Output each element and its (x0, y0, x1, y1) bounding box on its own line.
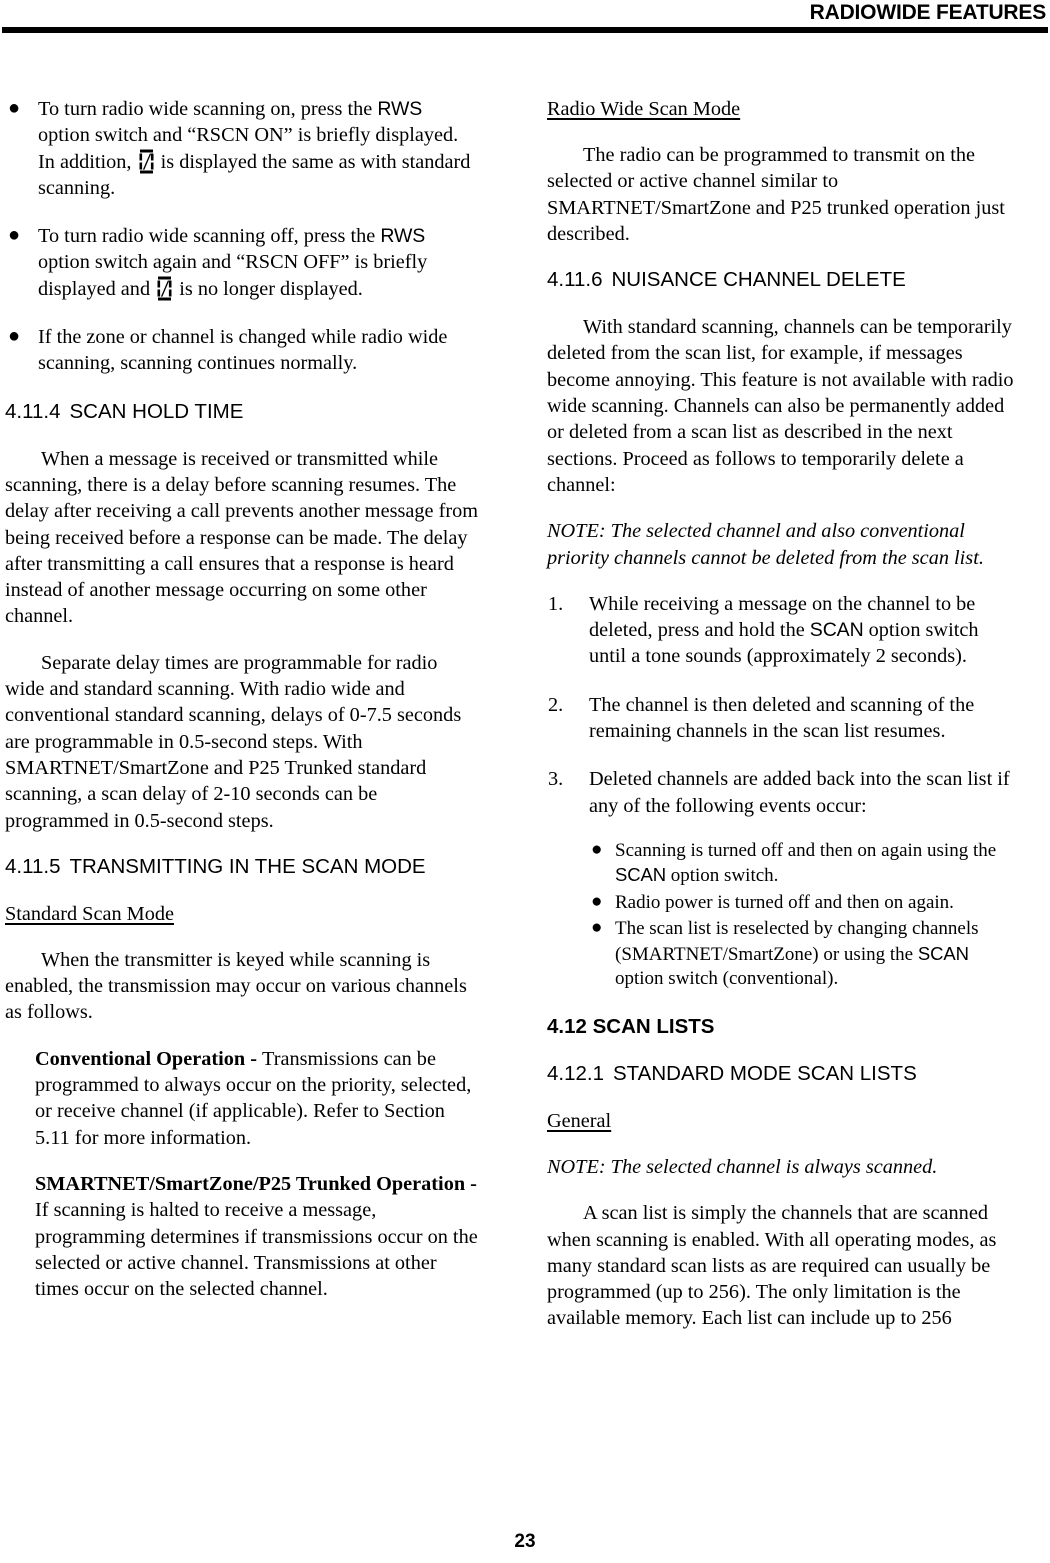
bullet-text-part1: To turn radio wide scanning on, press th… (38, 98, 378, 120)
section-heading-4-12: 4.12 SCAN LISTS (547, 1014, 715, 1038)
rws-switch-label: RWS (377, 98, 423, 120)
section-heading-4-11-4: 4.11.4 SCAN HOLD TIME (5, 399, 478, 425)
note-delete-restriction: NOTE: The selected channel and also conv… (547, 520, 984, 569)
rws-switch-label: RWS (380, 225, 426, 248)
definition-conventional-operation: Conventional Operation - Transmissions c… (35, 1046, 478, 1151)
step-text-part1: Deleted channels are added back into the… (589, 768, 1010, 817)
scan-switch-label: SCAN (615, 864, 666, 886)
paragraph-scan-hold-1: When a message is received or transmitte… (5, 447, 479, 628)
bullet-text-part1: If the zone or channel is changed while … (38, 326, 448, 375)
section-number: 4.11.5 (5, 854, 61, 878)
section-title: SCAN HOLD TIME (69, 399, 244, 423)
section-number: 4.11.6 (547, 268, 603, 292)
step-number: 2. (548, 693, 564, 716)
section-heading-4-11-5: 4.11.5 TRANSMITTING IN THE SCAN MODE (5, 854, 478, 880)
step-number: 3. (548, 768, 564, 791)
paragraph-radio-wide-scan: The radio can be programmed to transmit … (547, 144, 1005, 245)
radiowide-bullet-list: ● To turn radio wide scanning on, press t… (5, 96, 478, 377)
bullet-text-part3: is no longer displayed. (174, 277, 363, 300)
scan-indicator-icon (157, 276, 172, 301)
definition-lead: Conventional Operation - (35, 1047, 263, 1070)
section-heading-4-12-1: 4.12.1 STANDARD MODE SCAN LISTS (547, 1061, 1020, 1087)
list-item: 2. The channel is then deleted and scanni… (547, 692, 1020, 745)
paragraph-scan-hold-2: Separate delay times are programmable fo… (5, 651, 462, 832)
note-selected-channel: NOTE: The selected channel is always sca… (547, 1155, 938, 1178)
list-item: ● Radio power is turned off and then on a… (589, 891, 1020, 916)
step-text-part1: The channel is then deleted and scanning… (589, 693, 975, 743)
bullet-dot-icon: ● (591, 917, 603, 939)
bullet-dot-icon: ● (591, 838, 603, 860)
section-number: 4.11.4 (5, 399, 61, 423)
list-item: ● If the zone or channel is changed while… (5, 324, 478, 377)
paragraph-scan-list-definition: A scan list is simply the channels that … (547, 1202, 997, 1330)
bullet-dot-icon: ● (8, 97, 21, 119)
bullet-text-part1: To turn radio wide scanning off, press t… (38, 225, 381, 248)
paragraph-transmitter-keyed: When the transmitter is keyed while scan… (5, 948, 467, 1024)
subheading-standard-scan-mode: Standard Scan Mode (5, 902, 174, 925)
bullet-dot-icon: ● (8, 224, 21, 247)
bullet-text-part1: Scanning is turned off and then on again… (615, 839, 997, 861)
page-number: 23 (514, 1531, 536, 1552)
page-header-title: RADIOWIDE FEATURES (809, 1, 1047, 24)
list-item: ● The scan list is reselected by changing… (589, 917, 1020, 992)
list-item: 1. While receiving a message on the chann… (547, 591, 1020, 670)
scan-switch-label: SCAN (809, 619, 864, 642)
section-title: STANDARD MODE SCAN LISTS (613, 1061, 917, 1085)
definition-lead: SMARTNET/SmartZone/P25 Trunked Operation… (35, 1172, 477, 1195)
page-header: RADIOWIDE FEATURES (0, 0, 1050, 36)
definition-body: If scanning is halted to receive a messa… (35, 1199, 478, 1301)
list-item: ● To turn radio wide scanning off, press … (5, 223, 478, 302)
step-number: 1. (548, 592, 564, 615)
list-item: 3. Deleted channels are added back into t… (547, 766, 1020, 992)
left-column: ● To turn radio wide scanning on, press t… (5, 96, 478, 1322)
section-number: 4.12.1 (547, 1061, 604, 1085)
list-item: ● Scanning is turned off and then on agai… (589, 839, 1020, 889)
section-title: TRANSMITTING IN THE SCAN MODE (69, 854, 426, 878)
definition-smartnet-operation: SMARTNET/SmartZone/P25 Trunked Operation… (35, 1171, 478, 1302)
right-column: Radio Wide Scan Mode The radio can be pr… (547, 96, 1020, 1352)
bullet-dot-icon: ● (591, 890, 603, 912)
scan-switch-label: SCAN (917, 942, 969, 964)
list-item: ● To turn radio wide scanning on, press t… (5, 96, 478, 201)
section-heading-4-11-6: 4.11.6 NUISANCE CHANNEL DELETE (547, 267, 1020, 293)
bullet-text-part2: option switch. (666, 865, 779, 887)
scan-indicator-icon (139, 149, 154, 174)
subheading-general: General (547, 1109, 612, 1132)
header-divider-rule (2, 27, 1048, 33)
step3-event-bullet-list: ● Scanning is turned off and then on agai… (589, 839, 1020, 992)
nuisance-delete-steps: 1. While receiving a message on the chann… (547, 591, 1020, 992)
bullet-dot-icon: ● (8, 325, 21, 348)
subheading-radio-wide-scan-mode: Radio Wide Scan Mode (547, 98, 741, 120)
bullet-text-part2: option switch (conventional). (615, 968, 839, 990)
paragraph-nuisance-delete: With standard scanning, channels can be … (547, 316, 1014, 496)
section-title: NUISANCE CHANNEL DELETE (611, 268, 906, 292)
bullet-text-part1: Radio power is turned off and then on ag… (615, 891, 954, 913)
